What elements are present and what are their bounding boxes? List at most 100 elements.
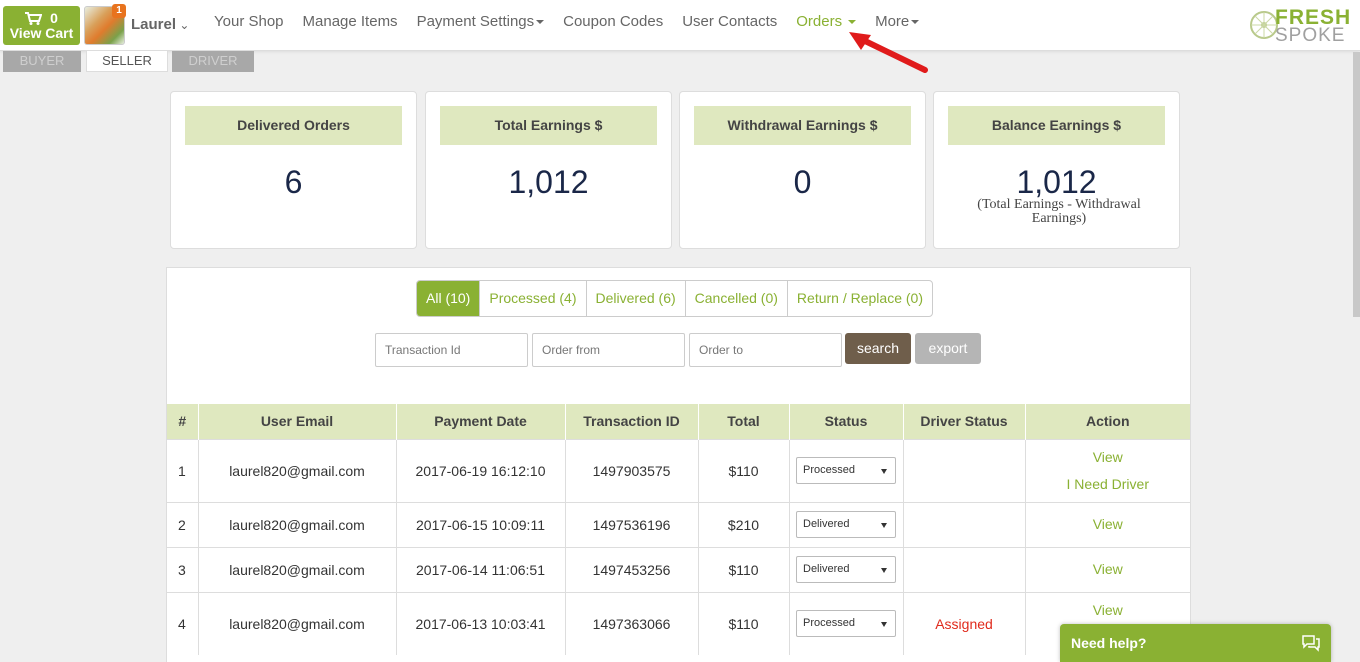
- nav-user-contacts[interactable]: User Contacts: [682, 13, 777, 30]
- cell-total: $110: [697, 591, 789, 655]
- nav-coupon-codes[interactable]: Coupon Codes: [563, 13, 663, 30]
- cell-num: 1: [167, 438, 198, 502]
- order-from-input[interactable]: Order from: [532, 333, 685, 367]
- status-select[interactable]: Delivered: [796, 556, 896, 583]
- tab-buyer[interactable]: BUYER: [3, 51, 81, 72]
- cell-status: Delivered: [788, 501, 903, 547]
- stat-title: Delivered Orders: [185, 106, 402, 145]
- stat-title: Balance Earnings $: [948, 106, 1165, 145]
- dropdown-arrow-icon: [881, 523, 887, 528]
- stat-card-balance: Balance Earnings $ 1,012 (Total Earnings…: [933, 91, 1180, 249]
- cell-action: View: [1024, 546, 1191, 592]
- status-select-value: Delivered: [803, 518, 850, 530]
- cell-status: Delivered: [788, 546, 903, 592]
- status-select-value: Delivered: [803, 563, 850, 575]
- need-driver-link[interactable]: I Need Driver: [1026, 471, 1191, 498]
- nav-manage-items[interactable]: Manage Items: [303, 13, 398, 30]
- cell-total: $110: [697, 438, 789, 502]
- stat-value: 6: [284, 164, 303, 200]
- cart-label: View Cart: [9, 25, 74, 41]
- view-link[interactable]: View: [1026, 511, 1191, 538]
- orders-table: # User Email Payment Date Transaction ID…: [167, 404, 1190, 655]
- table-row: 4 laurel820@gmail.com 2017-06-13 10:03:4…: [167, 591, 1191, 655]
- main-nav: Your Shop Manage Items Payment Settings …: [214, 13, 938, 30]
- dropdown-arrow-icon: [881, 568, 887, 573]
- search-button[interactable]: search: [845, 333, 911, 364]
- cell-driver-status: [902, 438, 1025, 502]
- stat-value: 1,012: [1016, 164, 1097, 200]
- need-help-widget[interactable]: Need help?: [1060, 624, 1331, 662]
- stat-card-withdrawal: Withdrawal Earnings $ 0: [679, 91, 926, 249]
- filter-processed[interactable]: Processed (4): [479, 281, 585, 316]
- stat-title: Total Earnings $: [440, 106, 657, 145]
- col-header-total: Total: [697, 404, 789, 439]
- avatar[interactable]: 1: [84, 4, 126, 45]
- cell-email: laurel820@gmail.com: [197, 546, 396, 592]
- user-menu[interactable]: Laurel ⌄: [131, 16, 189, 33]
- freshspoke-logo[interactable]: FRESH SPOKE: [1249, 6, 1355, 46]
- transaction-id-input[interactable]: Transaction Id: [375, 333, 528, 367]
- cart-icon: [25, 12, 43, 25]
- cell-num: 3: [167, 546, 198, 592]
- status-select-value: Processed: [803, 464, 855, 476]
- stat-note: (Total Earnings - Withdrawal Earnings): [977, 197, 1141, 226]
- export-button[interactable]: export: [915, 333, 981, 364]
- status-select-value: Processed: [803, 617, 855, 630]
- cell-email: laurel820@gmail.com: [197, 438, 396, 502]
- stat-title: Withdrawal Earnings $: [694, 106, 911, 145]
- nav-your-shop[interactable]: Your Shop: [214, 13, 284, 30]
- col-header-driver-status: Driver Status: [902, 404, 1025, 439]
- logo-spoke: SPOKE: [1275, 25, 1346, 46]
- cell-date: 2017-06-15 10:09:11: [395, 501, 565, 547]
- table-row: 1 laurel820@gmail.com 2017-06-19 16:12:1…: [167, 438, 1191, 502]
- cell-status: Processed: [788, 591, 903, 655]
- cell-total: $110: [697, 546, 789, 592]
- cell-action: View: [1024, 501, 1191, 547]
- col-header-date: Payment Date: [395, 404, 565, 439]
- chevron-down-icon: ⌄: [176, 18, 190, 32]
- view-link[interactable]: View: [1026, 444, 1191, 471]
- cell-driver-status: [902, 546, 1025, 592]
- cell-driver-status: Assigned: [902, 591, 1025, 655]
- chat-icon: [1302, 635, 1320, 652]
- nav-payment-settings[interactable]: Payment Settings: [417, 13, 545, 30]
- stat-card-delivered: Delivered Orders 6: [170, 91, 417, 249]
- cell-num: 2: [167, 501, 198, 547]
- nav-label: Coupon Codes: [563, 13, 664, 30]
- col-header-num: #: [167, 404, 198, 439]
- need-help-label: Need help?: [1071, 635, 1147, 651]
- nav-label: User Contacts: [682, 13, 778, 30]
- cell-txn: 1497536196: [564, 501, 698, 547]
- page-scrollbar[interactable]: [1353, 52, 1360, 317]
- caret-down-icon: [911, 20, 920, 25]
- tab-seller[interactable]: SELLER: [86, 51, 168, 72]
- caret-down-icon: [536, 20, 545, 25]
- status-select[interactable]: Processed: [796, 457, 896, 484]
- view-cart-button[interactable]: 0 View Cart: [3, 6, 80, 45]
- username-label: Laurel: [131, 16, 177, 33]
- cell-status: Processed: [788, 438, 903, 502]
- col-header-txn: Transaction ID: [564, 404, 698, 439]
- cell-date: 2017-06-13 10:03:41: [395, 591, 565, 655]
- stat-card-total-earnings: Total Earnings $ 1,012: [425, 91, 672, 249]
- filter-cancelled[interactable]: Cancelled (0): [684, 281, 787, 316]
- stat-value: 1,012: [508, 164, 589, 200]
- view-link[interactable]: View: [1026, 556, 1191, 583]
- cell-txn: 1497453256: [564, 546, 698, 592]
- filter-delivered[interactable]: Delivered (6): [585, 281, 685, 316]
- order-to-input[interactable]: Order to: [689, 333, 842, 367]
- cart-count: 0: [50, 10, 58, 26]
- order-filter-tabs: All (10) Processed (4) Delivered (6) Can…: [416, 280, 933, 317]
- nav-label: Manage Items: [302, 13, 398, 30]
- filter-all[interactable]: All (10): [417, 281, 480, 316]
- cell-txn: 1497903575: [564, 438, 698, 502]
- view-link[interactable]: View: [1026, 597, 1191, 624]
- col-header-action: Action: [1024, 404, 1190, 439]
- filter-return-replace[interactable]: Return / Replace (0): [786, 281, 932, 316]
- status-select[interactable]: Delivered: [796, 511, 896, 538]
- cell-num: 4: [167, 591, 198, 655]
- status-select[interactable]: Processed: [796, 610, 896, 638]
- cell-email: laurel820@gmail.com: [197, 501, 396, 547]
- cell-date: 2017-06-19 16:12:10: [395, 438, 565, 502]
- tab-driver[interactable]: DRIVER: [172, 51, 254, 72]
